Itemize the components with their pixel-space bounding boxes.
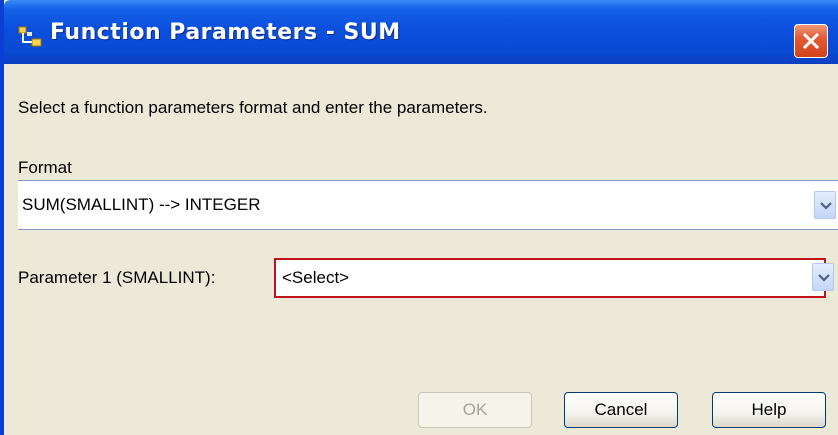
function-icon xyxy=(18,26,42,48)
parameter-1-dropdown[interactable]: <Select> xyxy=(274,258,826,298)
title-bar[interactable]: Function Parameters - SUM xyxy=(4,0,838,64)
ok-button[interactable]: OK xyxy=(418,392,532,428)
format-dropdown-button[interactable] xyxy=(814,191,836,219)
parameter-1-dropdown-button[interactable] xyxy=(812,263,834,291)
dialog-window: Function Parameters - SUM Select a funct… xyxy=(0,0,838,435)
dialog-body xyxy=(4,64,838,435)
parameter-1-label: Parameter 1 (SMALLINT): xyxy=(18,268,216,287)
format-value: SUM(SMALLINT) --> INTEGER xyxy=(22,195,261,214)
close-button[interactable] xyxy=(794,24,828,58)
format-label: Format xyxy=(18,158,72,177)
chevron-down-icon xyxy=(820,202,832,210)
help-button[interactable]: Help xyxy=(712,392,826,428)
chevron-down-icon xyxy=(818,274,830,282)
parameter-1-value: <Select> xyxy=(282,268,350,287)
window-title: Function Parameters - SUM xyxy=(50,20,401,45)
cancel-button[interactable]: Cancel xyxy=(564,392,678,428)
format-dropdown[interactable]: SUM(SMALLINT) --> INTEGER xyxy=(18,180,838,230)
instruction-text: Select a function parameters format and … xyxy=(18,98,488,117)
close-icon xyxy=(803,33,819,49)
